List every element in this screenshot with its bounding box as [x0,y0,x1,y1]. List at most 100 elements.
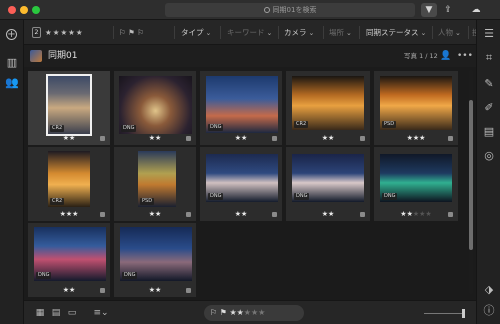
rating-stars[interactable]: ★★ [286,134,370,142]
photo-tile[interactable]: PSD ★★ [114,147,196,221]
photo-thumbnail: DNG [120,227,192,281]
location-filter-dropdown[interactable]: 場所 ⌄ [329,20,352,45]
sort-icon[interactable]: ≡⌄ [90,307,112,319]
photo-thumbnail: CR2 [46,74,92,136]
right-rail: ☰ ⌗ ✎ ✐ ▤ ◎ ⬗ ⓘ [476,20,500,324]
reject-flag-icon[interactable]: ⚑ [220,308,227,317]
rating-filter-stars[interactable]: ★★★★★ [45,20,84,45]
left-rail: + ▥ 👥 [0,20,24,324]
adjust-sliders-icon[interactable]: ☰ [481,26,497,42]
file-format-badge: CR2 [294,121,309,128]
tag-icon[interactable]: ⬗ [481,282,497,298]
photo-tile[interactable]: DNG ★★ [114,223,196,297]
square-grid-view-icon[interactable]: ▦ [34,307,46,319]
comment-icon [100,136,105,141]
radial-filter-icon[interactable]: ◎ [481,148,497,164]
file-format-badge: DNG [208,193,224,200]
flag-icon[interactable]: ⚐ [210,308,217,317]
photo-grid: CR2 ★★ DNG ★★ DNG ★★ CR2 ★★ PSD ★★★ CR2 [24,67,468,299]
search-input[interactable]: 同期01を検索 [165,3,415,17]
comment-icon [186,288,191,293]
minimize-window-button[interactable] [20,6,28,14]
close-window-button[interactable] [8,6,16,14]
rating-stars[interactable]: ★★★ [374,134,458,142]
detail-view-icon[interactable]: ▭ [66,307,78,319]
album-title: 同期01 [48,51,78,61]
album-cover-thumbnail [30,50,42,62]
rating-stars[interactable]: ★★ [114,210,196,218]
healing-brush-icon[interactable]: ✎ [481,76,497,92]
filter-icon[interactable]: ▼ [421,3,437,17]
photo-thumbnail: DNG [34,227,106,281]
rating-filter-count[interactable]: 2 [32,27,41,38]
album-header: 同期01 写真 1 / 12 👤 ••• [24,45,476,67]
filter-bar: 2 ★★★★★ ⚐ ⚑ ⚐ タイプ ⌄ キーワード ⌄ カメラ ⌄ 場所 ⌄ 同期ステー… [24,20,476,45]
brush-icon[interactable]: ✐ [481,100,497,116]
photo-tile[interactable]: PSD ★★★ [374,71,458,145]
more-options-icon[interactable]: ••• [457,49,473,63]
divider [468,26,469,39]
rating-stars[interactable]: ★★ [114,286,196,294]
keyword-filter-label: キーワード [227,28,265,37]
file-format-badge: DNG [36,272,52,279]
cloud-icon[interactable]: ☁ [468,3,484,17]
photo-tile[interactable]: CR2 ★★★ [28,147,110,221]
photo-tile[interactable]: DNG ★★ [200,71,282,145]
rating-stars[interactable]: ★★ [200,210,282,218]
rating-flag-control[interactable]: ⚐ ⚑ ★★★★★ [204,305,304,321]
photo-tile[interactable]: DNG ★★ [286,147,370,221]
thumbnail-size-slider[interactable] [424,313,464,314]
rating-stars[interactable]: ★★ [200,134,282,142]
photo-tile[interactable]: CR2 ★★ [286,71,370,145]
comment-icon [100,288,105,293]
camera-filter-dropdown[interactable]: カメラ ⌄ [284,20,314,45]
people-filter-dropdown[interactable]: 人物 ⌄ [438,20,461,45]
comment-icon [360,136,365,141]
thumbnail-size-slider-handle[interactable] [462,309,465,318]
rating-empty-stars[interactable]: ★★★ [244,308,266,317]
sync-status-filter-dropdown[interactable]: 同期ステータス ⌄ [366,20,426,45]
photo-tile[interactable]: DNG ★★ [200,147,282,221]
add-photos-icon[interactable]: + [6,29,17,40]
photo-tile[interactable]: DNG ★★ [28,223,110,297]
file-format-badge: DNG [208,124,224,131]
photo-thumbnail: CR2 [292,76,364,130]
divider [359,26,360,39]
share-icon[interactable]: ⇪ [440,3,456,17]
photo-thumbnail: PSD [138,151,176,207]
rating-stars[interactable]: ★★ [286,210,370,218]
title-bar: 同期01を検索 ▼ ⇪ ☁ [0,0,500,20]
gradient-icon[interactable]: ▤ [481,124,497,140]
rating-stars[interactable]: ★★★★★ [374,210,458,218]
file-format-badge: PSD [382,121,397,128]
rating-filled-stars[interactable]: ★★ [229,308,243,317]
photo-tile[interactable]: DNG ★★★★★ [374,147,458,221]
comment-icon [272,136,277,141]
info-icon[interactable]: ⓘ [481,303,497,319]
scrollbar-thumb[interactable] [469,100,473,250]
rating-stars[interactable]: ★★ [28,134,110,142]
library-icon[interactable]: ▥ [4,55,20,71]
rating-stars[interactable]: ★★★ [28,210,110,218]
add-person-icon[interactable]: 👤 [439,49,453,63]
type-filter-dropdown[interactable]: タイプ ⌄ [181,20,211,45]
maximize-window-button[interactable] [32,6,40,14]
contributor-filter-label[interactable]: 投稿者 [472,20,476,45]
file-format-badge: DNG [382,193,398,200]
photo-tile[interactable]: CR2 ★★ [28,71,110,145]
crop-icon[interactable]: ⌗ [481,50,497,66]
search-icon [263,7,270,13]
photo-thumbnail: DNG [292,154,364,202]
photo-tile[interactable]: DNG ★★ [114,71,196,145]
photo-grid-view-icon[interactable]: ▤ [50,307,62,319]
keyword-filter-dropdown[interactable]: キーワード ⌄ [227,20,272,45]
flag-filter[interactable]: ⚐ ⚑ ⚐ [119,20,144,45]
rating-stars[interactable]: ★★ [28,286,110,294]
divider [113,26,114,39]
rating-stars[interactable]: ★★ [114,134,196,142]
chevron-down-icon: ⌄ [308,29,315,37]
people-icon[interactable]: 👥 [4,75,20,91]
comment-icon [448,136,453,141]
file-format-badge: CR2 [50,125,65,132]
grid-scrollbar[interactable] [469,70,473,294]
